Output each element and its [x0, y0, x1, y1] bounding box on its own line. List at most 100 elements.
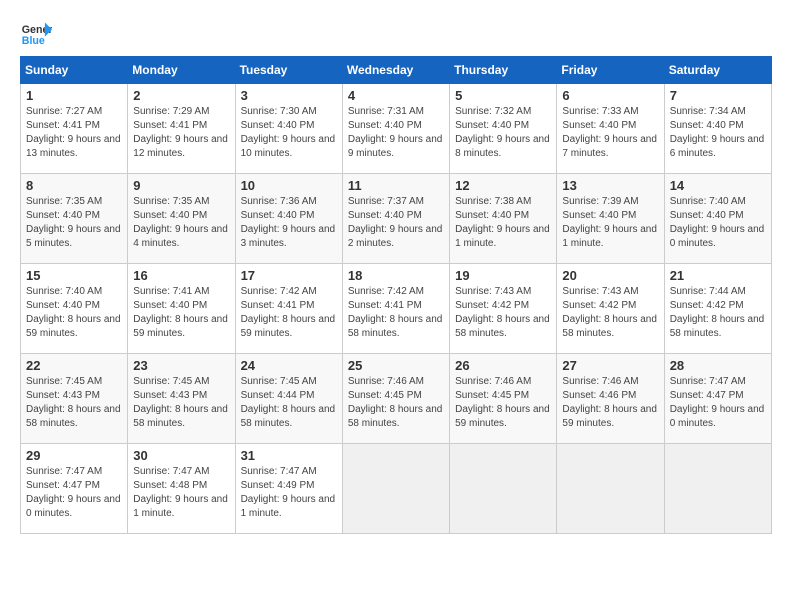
- sunrise-label: Sunrise: 7:35 AM: [133, 196, 209, 207]
- sunrise-label: Sunrise: 7:40 AM: [670, 196, 746, 207]
- calendar-week-1: 1 Sunrise: 7:27 AM Sunset: 4:41 PM Dayli…: [21, 84, 772, 174]
- day-number: 14: [670, 178, 766, 193]
- daylight-label: Daylight: 8 hours and 59 minutes.: [562, 404, 657, 429]
- sunset-label: Sunset: 4:41 PM: [348, 300, 422, 311]
- daylight-label: Daylight: 9 hours and 0 minutes.: [670, 224, 765, 249]
- cell-content: Sunrise: 7:47 AM Sunset: 4:49 PM Dayligh…: [241, 465, 337, 521]
- day-number: 8: [26, 178, 122, 193]
- sunrise-label: Sunrise: 7:39 AM: [562, 196, 638, 207]
- sunset-label: Sunset: 4:49 PM: [241, 480, 315, 491]
- sunset-label: Sunset: 4:40 PM: [562, 120, 636, 131]
- sunrise-label: Sunrise: 7:36 AM: [241, 196, 317, 207]
- sunrise-label: Sunrise: 7:38 AM: [455, 196, 531, 207]
- day-number: 1: [26, 88, 122, 103]
- table-row: 5 Sunrise: 7:32 AM Sunset: 4:40 PM Dayli…: [450, 84, 557, 174]
- day-number: 22: [26, 358, 122, 373]
- sunrise-label: Sunrise: 7:27 AM: [26, 106, 102, 117]
- sunset-label: Sunset: 4:47 PM: [26, 480, 100, 491]
- col-header-saturday: Saturday: [664, 57, 771, 84]
- table-row: 4 Sunrise: 7:31 AM Sunset: 4:40 PM Dayli…: [342, 84, 449, 174]
- daylight-label: Daylight: 8 hours and 59 minutes.: [133, 314, 228, 339]
- col-header-friday: Friday: [557, 57, 664, 84]
- cell-content: Sunrise: 7:40 AM Sunset: 4:40 PM Dayligh…: [670, 195, 766, 251]
- sunrise-label: Sunrise: 7:43 AM: [562, 286, 638, 297]
- day-number: 18: [348, 268, 444, 283]
- table-row: 19 Sunrise: 7:43 AM Sunset: 4:42 PM Dayl…: [450, 264, 557, 354]
- cell-content: Sunrise: 7:36 AM Sunset: 4:40 PM Dayligh…: [241, 195, 337, 251]
- day-number: 2: [133, 88, 229, 103]
- col-header-monday: Monday: [128, 57, 235, 84]
- calendar-week-5: 29 Sunrise: 7:47 AM Sunset: 4:47 PM Dayl…: [21, 444, 772, 534]
- table-row: 13 Sunrise: 7:39 AM Sunset: 4:40 PM Dayl…: [557, 174, 664, 264]
- sunset-label: Sunset: 4:40 PM: [348, 210, 422, 221]
- day-number: 16: [133, 268, 229, 283]
- daylight-label: Daylight: 9 hours and 1 minute.: [455, 224, 550, 249]
- table-row: [664, 444, 771, 534]
- cell-content: Sunrise: 7:42 AM Sunset: 4:41 PM Dayligh…: [348, 285, 444, 341]
- daylight-label: Daylight: 9 hours and 0 minutes.: [670, 404, 765, 429]
- sunset-label: Sunset: 4:43 PM: [26, 390, 100, 401]
- table-row: 15 Sunrise: 7:40 AM Sunset: 4:40 PM Dayl…: [21, 264, 128, 354]
- sunset-label: Sunset: 4:40 PM: [562, 210, 636, 221]
- cell-content: Sunrise: 7:34 AM Sunset: 4:40 PM Dayligh…: [670, 105, 766, 161]
- cell-content: Sunrise: 7:47 AM Sunset: 4:47 PM Dayligh…: [670, 375, 766, 431]
- day-number: 28: [670, 358, 766, 373]
- day-number: 15: [26, 268, 122, 283]
- table-row: 10 Sunrise: 7:36 AM Sunset: 4:40 PM Dayl…: [235, 174, 342, 264]
- sunset-label: Sunset: 4:40 PM: [670, 120, 744, 131]
- day-number: 21: [670, 268, 766, 283]
- daylight-label: Daylight: 9 hours and 9 minutes.: [348, 134, 443, 159]
- cell-content: Sunrise: 7:27 AM Sunset: 4:41 PM Dayligh…: [26, 105, 122, 161]
- cell-content: Sunrise: 7:40 AM Sunset: 4:40 PM Dayligh…: [26, 285, 122, 341]
- table-row: 8 Sunrise: 7:35 AM Sunset: 4:40 PM Dayli…: [21, 174, 128, 264]
- day-number: 6: [562, 88, 658, 103]
- day-number: 31: [241, 448, 337, 463]
- col-header-sunday: Sunday: [21, 57, 128, 84]
- table-row: 6 Sunrise: 7:33 AM Sunset: 4:40 PM Dayli…: [557, 84, 664, 174]
- sunrise-label: Sunrise: 7:42 AM: [241, 286, 317, 297]
- cell-content: Sunrise: 7:45 AM Sunset: 4:43 PM Dayligh…: [26, 375, 122, 431]
- sunset-label: Sunset: 4:40 PM: [455, 210, 529, 221]
- daylight-label: Daylight: 8 hours and 59 minutes.: [455, 404, 550, 429]
- table-row: 7 Sunrise: 7:34 AM Sunset: 4:40 PM Dayli…: [664, 84, 771, 174]
- table-row: 24 Sunrise: 7:45 AM Sunset: 4:44 PM Dayl…: [235, 354, 342, 444]
- col-header-thursday: Thursday: [450, 57, 557, 84]
- sunset-label: Sunset: 4:40 PM: [133, 210, 207, 221]
- day-number: 7: [670, 88, 766, 103]
- day-number: 27: [562, 358, 658, 373]
- col-header-wednesday: Wednesday: [342, 57, 449, 84]
- cell-content: Sunrise: 7:32 AM Sunset: 4:40 PM Dayligh…: [455, 105, 551, 161]
- sunrise-label: Sunrise: 7:30 AM: [241, 106, 317, 117]
- day-number: 11: [348, 178, 444, 193]
- table-row: 16 Sunrise: 7:41 AM Sunset: 4:40 PM Dayl…: [128, 264, 235, 354]
- sunset-label: Sunset: 4:48 PM: [133, 480, 207, 491]
- daylight-label: Daylight: 8 hours and 59 minutes.: [241, 314, 336, 339]
- cell-content: Sunrise: 7:47 AM Sunset: 4:48 PM Dayligh…: [133, 465, 229, 521]
- day-number: 9: [133, 178, 229, 193]
- daylight-label: Daylight: 8 hours and 58 minutes.: [348, 404, 443, 429]
- cell-content: Sunrise: 7:33 AM Sunset: 4:40 PM Dayligh…: [562, 105, 658, 161]
- daylight-label: Daylight: 8 hours and 58 minutes.: [455, 314, 550, 339]
- sunrise-label: Sunrise: 7:32 AM: [455, 106, 531, 117]
- sunset-label: Sunset: 4:40 PM: [455, 120, 529, 131]
- sunrise-label: Sunrise: 7:34 AM: [670, 106, 746, 117]
- sunset-label: Sunset: 4:44 PM: [241, 390, 315, 401]
- svg-text:Blue: Blue: [22, 35, 45, 47]
- daylight-label: Daylight: 9 hours and 10 minutes.: [241, 134, 336, 159]
- daylight-label: Daylight: 9 hours and 8 minutes.: [455, 134, 550, 159]
- sunset-label: Sunset: 4:47 PM: [670, 390, 744, 401]
- table-row: 3 Sunrise: 7:30 AM Sunset: 4:40 PM Dayli…: [235, 84, 342, 174]
- table-row: 25 Sunrise: 7:46 AM Sunset: 4:45 PM Dayl…: [342, 354, 449, 444]
- daylight-label: Daylight: 8 hours and 58 minutes.: [133, 404, 228, 429]
- table-row: 2 Sunrise: 7:29 AM Sunset: 4:41 PM Dayli…: [128, 84, 235, 174]
- sunrise-label: Sunrise: 7:46 AM: [455, 376, 531, 387]
- day-number: 30: [133, 448, 229, 463]
- calendar-table: SundayMondayTuesdayWednesdayThursdayFrid…: [20, 56, 772, 534]
- table-row: 18 Sunrise: 7:42 AM Sunset: 4:41 PM Dayl…: [342, 264, 449, 354]
- table-row: 17 Sunrise: 7:42 AM Sunset: 4:41 PM Dayl…: [235, 264, 342, 354]
- daylight-label: Daylight: 9 hours and 13 minutes.: [26, 134, 121, 159]
- cell-content: Sunrise: 7:45 AM Sunset: 4:44 PM Dayligh…: [241, 375, 337, 431]
- col-header-tuesday: Tuesday: [235, 57, 342, 84]
- sunrise-label: Sunrise: 7:43 AM: [455, 286, 531, 297]
- sunrise-label: Sunrise: 7:42 AM: [348, 286, 424, 297]
